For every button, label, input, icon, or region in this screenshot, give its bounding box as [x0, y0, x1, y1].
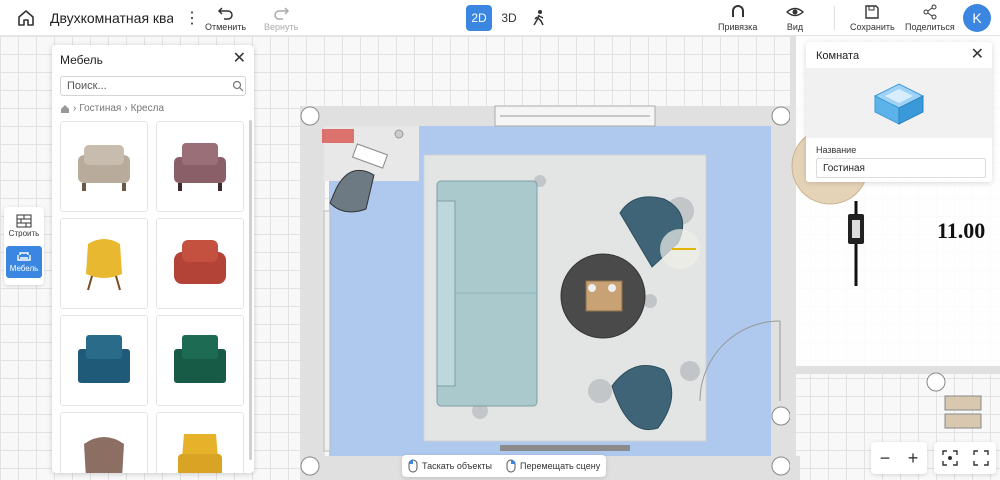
redo-label: Вернуть	[264, 22, 299, 32]
furniture-item-yellow-lounge-chair[interactable]	[60, 218, 148, 309]
breadcrumb-separator: ›	[73, 103, 77, 114]
save-icon	[865, 5, 880, 19]
home-icon[interactable]	[60, 104, 70, 114]
magnet-icon	[731, 5, 744, 17]
walk-mode-button[interactable]	[526, 5, 552, 31]
toolbar-divider	[834, 6, 835, 30]
furniture-item-green-armchair[interactable]	[156, 315, 244, 406]
breadcrumb-living-room[interactable]: Гостиная	[79, 103, 121, 114]
hint-move-scene-label: Перемещать сцену	[519, 461, 601, 471]
furniture-item-yellow-wingback-chair[interactable]	[156, 412, 244, 473]
furniture-grid	[60, 121, 246, 473]
zoom-out-button[interactable]: −	[880, 448, 891, 469]
hint-move-scene: Перемещать сцену	[506, 459, 600, 473]
fullscreen-icon[interactable]	[972, 450, 989, 466]
mouse-left-icon	[408, 459, 418, 473]
room-preview	[806, 68, 992, 138]
view-button[interactable]: Вид	[786, 3, 804, 32]
furniture-label: Мебель	[9, 264, 39, 273]
close-icon[interactable]: ✕	[233, 51, 246, 67]
snap-button[interactable]: Привязка	[718, 3, 757, 32]
walk-icon	[533, 10, 544, 26]
build-label: Строить	[8, 229, 40, 238]
eye-icon	[786, 7, 804, 17]
share-label: Поделиться	[905, 22, 955, 32]
furniture-item-red-armchair[interactable]	[156, 218, 244, 309]
search-icon[interactable]	[232, 80, 244, 92]
sofa-icon	[17, 252, 31, 261]
undo-icon	[217, 7, 233, 20]
breadcrumb-separator: ›	[124, 103, 128, 114]
mouse-hints: Таскать объекты Перемещать сцену	[402, 455, 607, 477]
view-controls	[934, 442, 996, 474]
breadcrumb-armchairs[interactable]: Кресла	[131, 103, 164, 114]
room-panel: Комната ✕ Название	[806, 42, 992, 182]
close-icon[interactable]: ✕	[971, 47, 984, 63]
undo-label: Отменить	[205, 22, 247, 32]
undo-button[interactable]: Отменить	[205, 3, 246, 32]
furniture-button[interactable]: Мебель	[6, 246, 42, 278]
wall-icon	[16, 214, 32, 228]
avatar[interactable]: K	[963, 4, 991, 32]
left-rail: Строить Мебель	[4, 207, 44, 285]
project-title[interactable]: Двухкомнатная квар	[50, 10, 173, 26]
furniture-panel-title: Мебель	[60, 53, 103, 67]
furniture-item-brown-tub-chair[interactable]	[60, 412, 148, 473]
view-mode-switch: 2D 3D	[466, 5, 552, 31]
search-input[interactable]	[60, 76, 246, 96]
snap-label: Привязка	[718, 22, 758, 32]
floor-plan	[300, 71, 800, 480]
breadcrumb: › Гостиная › Кресла	[60, 103, 164, 114]
save-button[interactable]: Сохранить	[850, 3, 895, 32]
furniture-item-teal-armchair[interactable]	[60, 315, 148, 406]
mode-3d-button[interactable]: 3D	[496, 5, 522, 31]
room-name-label: Название	[816, 145, 857, 155]
zoom-controls: − +	[871, 442, 927, 474]
room-cube-icon	[873, 83, 925, 125]
view-label: Вид	[786, 22, 804, 32]
furniture-item-beige-sofa-chair[interactable]	[60, 121, 148, 212]
hint-drag-objects-label: Таскать объекты	[422, 461, 492, 471]
furniture-panel: Мебель ✕ › Гостиная › Кресла	[52, 45, 254, 473]
focus-icon[interactable]	[941, 450, 958, 466]
zoom-in-button[interactable]: +	[908, 448, 919, 469]
redo-icon	[274, 7, 290, 20]
share-icon	[923, 4, 937, 20]
more-menu-icon[interactable]: ⋮	[184, 8, 200, 28]
build-button[interactable]: Строить	[6, 211, 42, 243]
top-bar: Двухкомнатная квар ⋮ Отменить Вернуть 2D…	[0, 0, 1000, 36]
furniture-scrollbar[interactable]	[249, 120, 252, 460]
redo-button[interactable]: Вернуть	[264, 3, 298, 32]
dimension-label: 11.00	[937, 218, 986, 243]
home-icon[interactable]	[14, 6, 38, 30]
hint-drag-objects: Таскать объекты	[408, 459, 492, 473]
share-button[interactable]: Поделиться	[905, 3, 955, 32]
room-panel-title: Комната	[816, 50, 860, 62]
mode-2d-button[interactable]: 2D	[466, 5, 492, 31]
mouse-right-icon	[506, 459, 516, 473]
save-label: Сохранить	[850, 22, 895, 32]
furniture-item-mauve-armchair[interactable]	[156, 121, 244, 212]
room-name-field[interactable]	[816, 158, 986, 178]
